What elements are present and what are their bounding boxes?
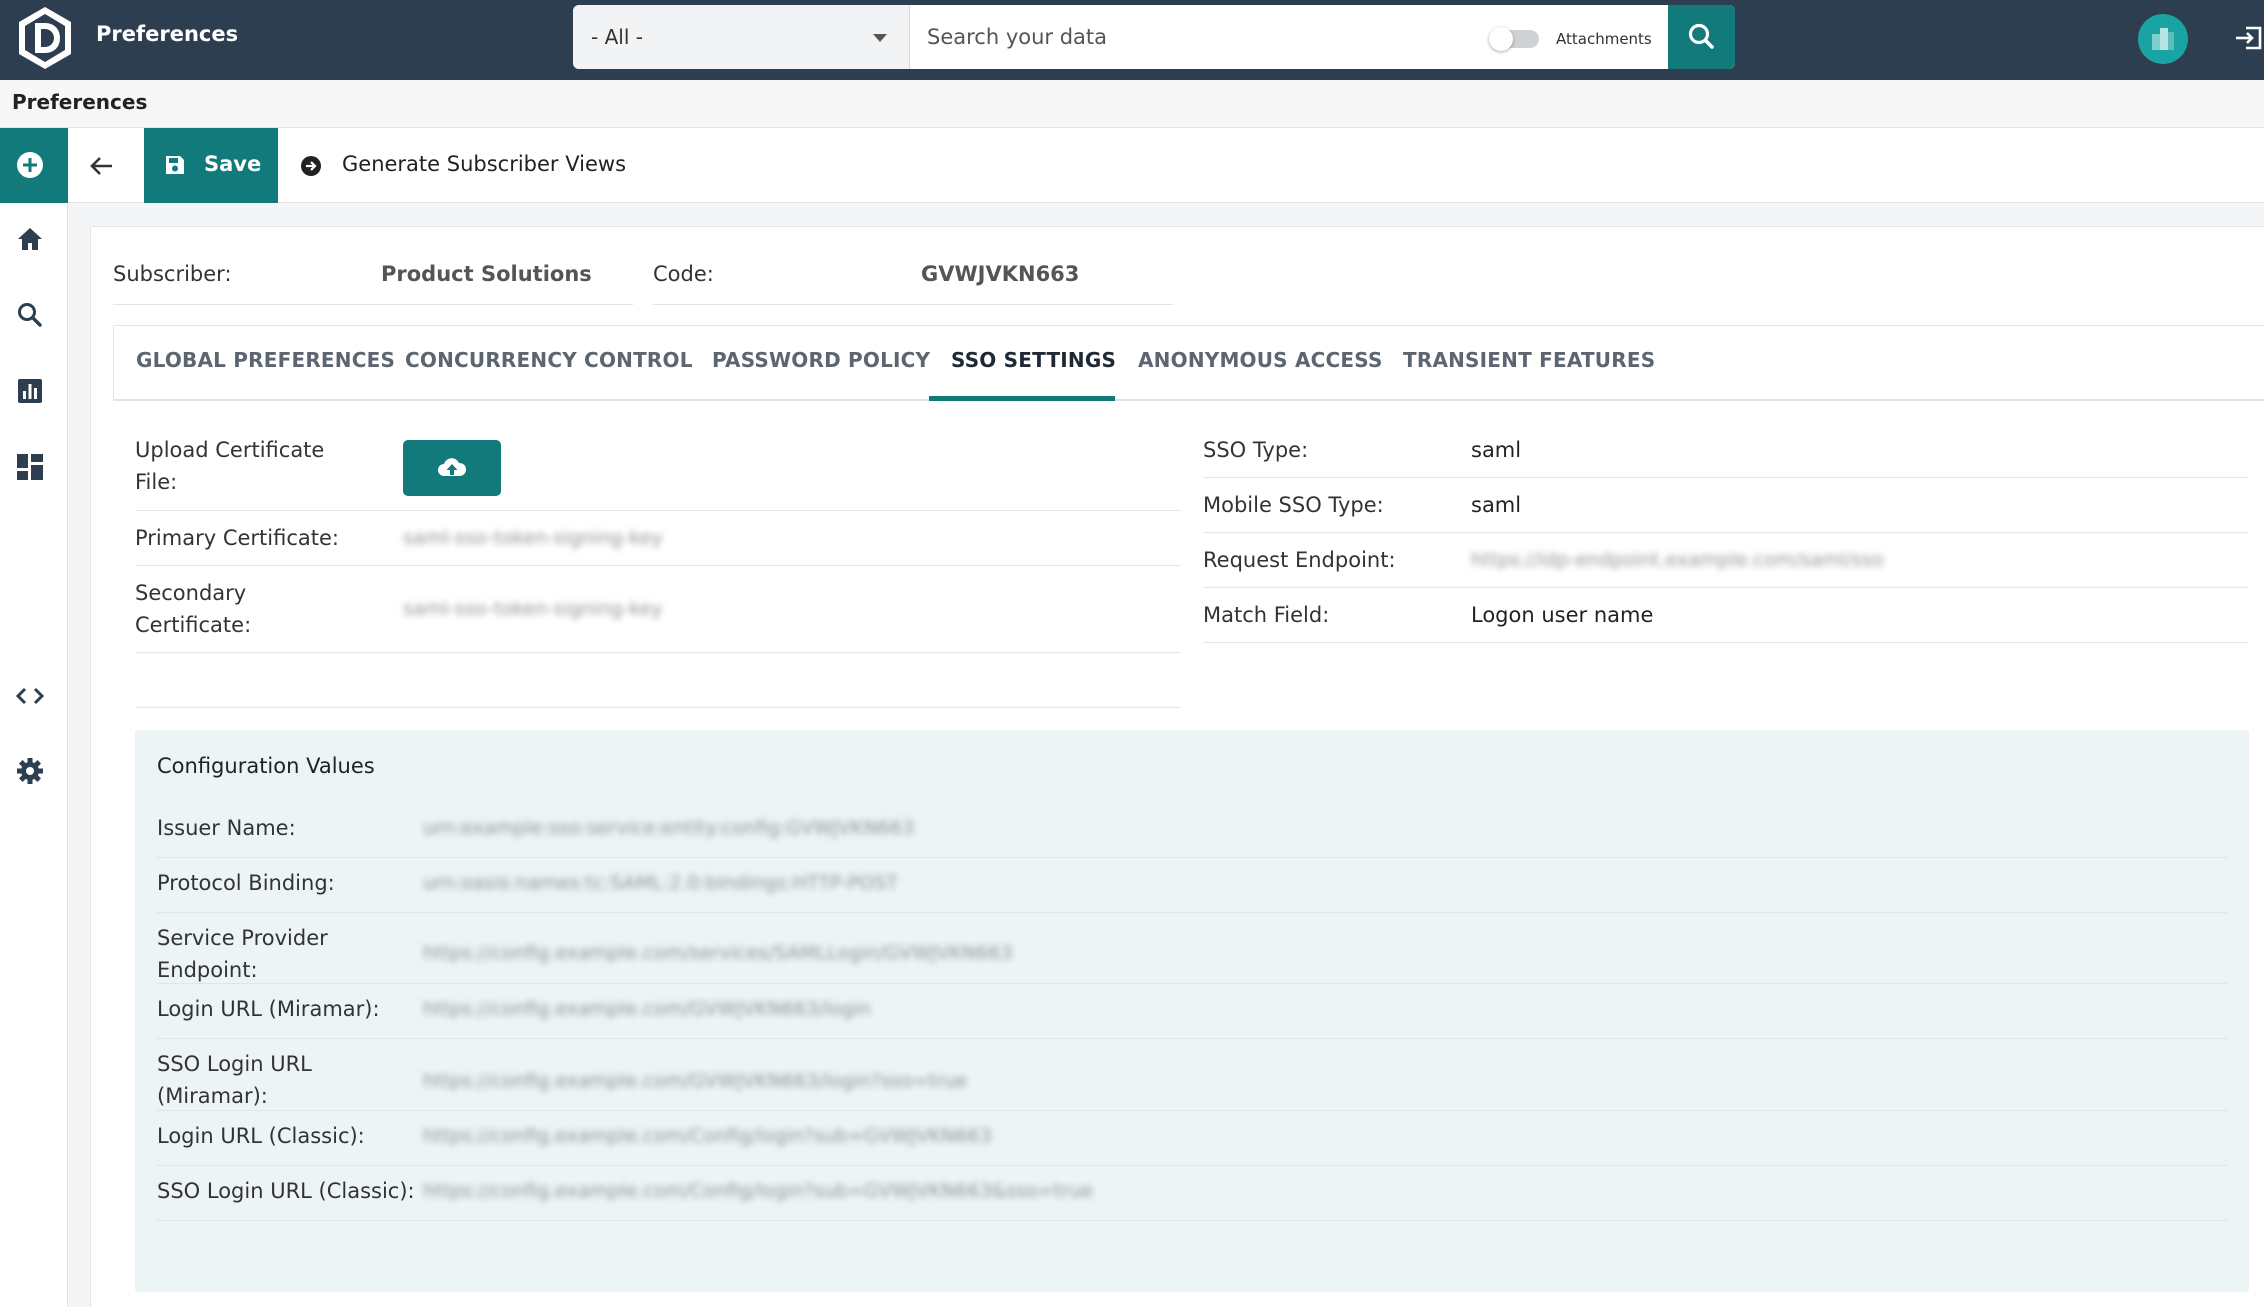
protocol-binding-label: Protocol Binding: [157, 871, 335, 895]
sso-type-value: saml [1471, 438, 1522, 462]
app-title: Preferences [96, 22, 239, 46]
divider [135, 707, 1181, 708]
arrow-left-icon[interactable] [86, 150, 118, 182]
subscriber-label: Subscriber: [113, 262, 232, 286]
search-icon[interactable] [14, 299, 46, 331]
floppy-disk-icon [166, 156, 184, 174]
arrow-right-circle-icon [301, 156, 321, 176]
search-scope-value: - All - [591, 25, 643, 49]
bar-chart-icon[interactable] [14, 375, 46, 407]
login-url-miramar-value: https://config.example.com/GVWJVKN663/lo… [423, 998, 871, 1020]
match-field-value: Logon user name [1471, 603, 1654, 627]
search-button[interactable] [1668, 5, 1735, 69]
login-url-classic-value: https://config.example.com/Config/login?… [423, 1125, 992, 1147]
caret-down-icon [873, 34, 887, 42]
logo-d-icon[interactable] [16, 5, 74, 71]
divider [1203, 477, 2248, 478]
home-icon[interactable] [14, 223, 46, 255]
mobile-sso-type-label: Mobile SSO Type: [1203, 493, 1384, 517]
secondary-certificate-label: Secondary Certificate: [135, 581, 252, 637]
sso-login-url-classic-value: https://config.example.com/Config/login?… [423, 1180, 1093, 1202]
avatar-pattern-icon [2152, 28, 2174, 50]
divider [157, 1220, 2227, 1221]
code-icon[interactable] [14, 680, 46, 712]
search-input[interactable] [927, 15, 1447, 59]
divider [113, 304, 633, 305]
preferences-tabs: GLOBAL PREFERENCES CONCURRENCY CONTROL P… [113, 325, 2264, 401]
tab-transient-features[interactable]: TRANSIENT FEATURES [1403, 348, 1655, 372]
request-endpoint-value: https://idp-endpoint.example.com/saml/ss… [1471, 549, 1884, 571]
login-url-miramar-label: Login URL (Miramar): [157, 997, 380, 1021]
save-button[interactable]: Save [144, 128, 278, 203]
logout-icon[interactable] [2234, 20, 2264, 56]
issuer-name-value: urn:example:sso:service:entity:config:GV… [423, 817, 915, 839]
breadcrumb: Preferences [12, 90, 148, 114]
left-rail [0, 128, 68, 1307]
match-field-label: Match Field: [1203, 603, 1330, 627]
search-scope-select[interactable]: - All - [573, 5, 910, 69]
configuration-values-panel: Configuration Values Issuer Name: urn:ex… [135, 730, 2249, 1292]
search-icon [1688, 23, 1714, 49]
service-provider-endpoint-label: Service Provider Endpoint: [157, 926, 328, 982]
request-endpoint-label: Request Endpoint: [1203, 548, 1396, 572]
tab-global-preferences[interactable]: GLOBAL PREFERENCES [136, 348, 395, 372]
save-label: Save [204, 152, 262, 176]
generate-label: Generate Subscriber Views [342, 152, 627, 176]
sso-type-label: SSO Type: [1203, 438, 1309, 462]
preferences-card: Subscriber: Product Solutions Code: GVWJ… [90, 226, 2264, 1307]
code-label: Code: [653, 262, 714, 286]
divider [157, 983, 2227, 984]
divider [157, 1165, 2227, 1166]
cloud-upload-icon [438, 458, 467, 476]
sso-login-url-classic-label: SSO Login URL (Classic): [157, 1179, 415, 1203]
primary-certificate-label: Primary Certificate: [135, 526, 339, 550]
attachments-toggle[interactable] [1489, 27, 1539, 51]
subscriber-row: Subscriber: Product Solutions Code: GVWJ… [91, 227, 1173, 307]
divider [157, 1110, 2227, 1111]
active-tab-indicator [929, 396, 1115, 401]
dashboard-icon[interactable] [14, 451, 46, 483]
generate-subscriber-views-button[interactable]: Generate Subscriber Views [300, 128, 640, 203]
login-url-classic-label: Login URL (Classic): [157, 1124, 365, 1148]
toggle-knob [1489, 27, 1513, 51]
divider [135, 510, 1181, 511]
action-toolbar: Save Generate Subscriber Views [68, 128, 2264, 203]
gear-icon[interactable] [14, 755, 46, 787]
avatar[interactable] [2138, 14, 2188, 64]
divider [1203, 532, 2248, 533]
upload-certificate-button[interactable] [403, 440, 501, 496]
divider [653, 304, 1173, 305]
divider [157, 1038, 2227, 1039]
protocol-binding-value: urn:oasis:names:tc:SAML:2.0:bindings:HTT… [423, 872, 898, 894]
divider [135, 652, 1181, 653]
breadcrumb-bar: Preferences [0, 80, 2264, 128]
divider [135, 565, 1181, 566]
upload-certificate-label: Upload Certificate File: [135, 438, 325, 494]
tab-concurrency-control[interactable]: CONCURRENCY CONTROL [405, 348, 693, 372]
divider [157, 912, 2227, 913]
divider [1203, 642, 2248, 643]
service-provider-endpoint-value: https://config.example.com/services/SAML… [423, 942, 1013, 964]
primary-certificate-value: saml-sso-token-signing-key [403, 527, 663, 549]
global-search: - All - Attachments [573, 5, 1735, 69]
plus-circle-icon [17, 152, 43, 178]
configuration-values-title: Configuration Values [157, 754, 375, 778]
subscriber-value: Product Solutions [381, 262, 592, 286]
add-button[interactable] [0, 128, 68, 203]
secondary-certificate-value: saml-sso-token-signing-key [403, 598, 663, 620]
tab-sso-settings[interactable]: SSO SETTINGS [951, 348, 1116, 372]
tab-password-policy[interactable]: PASSWORD POLICY [712, 348, 930, 372]
divider [1203, 587, 2248, 588]
mobile-sso-type-value: saml [1471, 493, 1522, 517]
sso-login-url-miramar-label: SSO Login URL (Miramar): [157, 1052, 312, 1108]
top-bar: Preferences - All - Attachments [0, 0, 2264, 80]
sso-login-url-miramar-value: https://config.example.com/GVWJVKN663/lo… [423, 1070, 968, 1092]
code-value: GVWJVKN663 [921, 262, 1080, 286]
divider [157, 857, 2227, 858]
tab-anonymous-access[interactable]: ANONYMOUS ACCESS [1138, 348, 1383, 372]
issuer-name-label: Issuer Name: [157, 816, 296, 840]
attachments-label: Attachments [1556, 30, 1652, 48]
